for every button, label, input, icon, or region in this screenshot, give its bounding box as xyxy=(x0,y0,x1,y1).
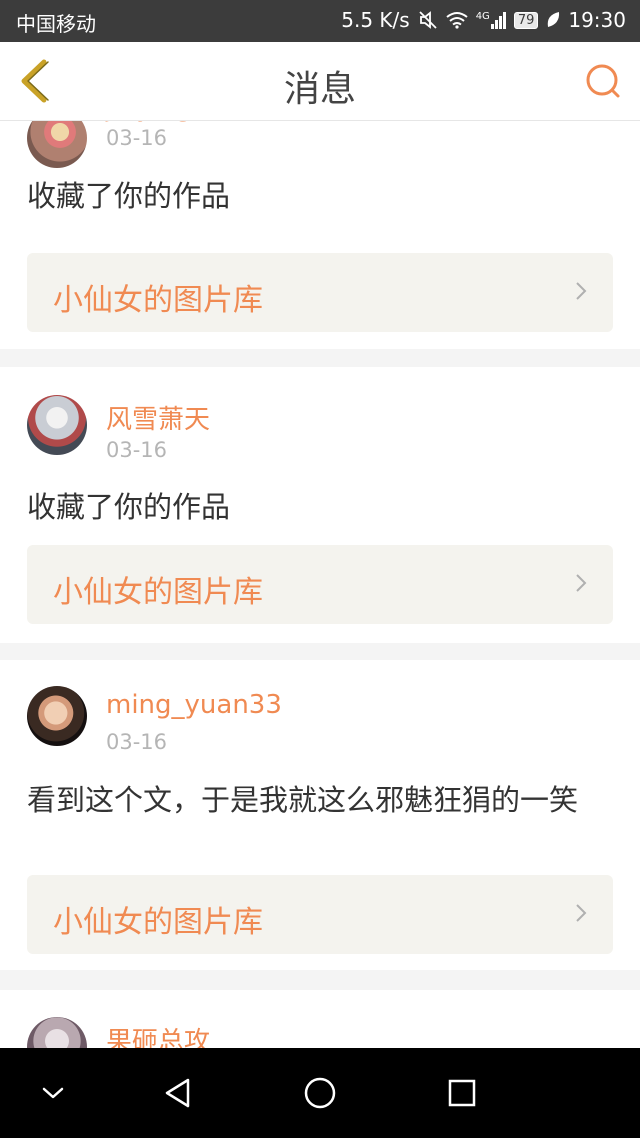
nav-bar: 消息 xyxy=(0,42,640,121)
avatar[interactable] xyxy=(27,395,87,455)
work-link[interactable]: 小仙女的图片库 xyxy=(27,545,613,624)
chevron-down-icon[interactable] xyxy=(33,1073,73,1113)
carrier-name: 中国移动 xyxy=(16,12,96,36)
username[interactable]: jiaying1986 xyxy=(106,121,258,123)
signal-icon: 4G xyxy=(476,11,506,29)
chevron-right-icon xyxy=(576,574,587,592)
avatar[interactable] xyxy=(27,686,87,746)
system-nav-bar xyxy=(0,1048,640,1138)
network-type: 4G xyxy=(475,11,490,22)
username[interactable]: ming_yuan33 xyxy=(106,690,282,720)
message-text: 收藏了你的作品 xyxy=(27,179,231,213)
message-item: 果砸总攻 xyxy=(0,990,640,1048)
username[interactable]: 果砸总攻 xyxy=(106,1021,210,1048)
chevron-right-icon xyxy=(576,904,587,922)
message-item: jiaying1986 03-16 收藏了你的作品 小仙女的图片库 xyxy=(0,121,640,349)
status-bar: 中国移动 5.5 K/s 4G 79 19:30 xyxy=(0,0,640,42)
search-icon[interactable] xyxy=(584,62,624,102)
work-link[interactable]: 小仙女的图片库 xyxy=(27,875,613,954)
work-title: 小仙女的图片库 xyxy=(53,575,263,610)
username[interactable]: 风雪萧天 xyxy=(106,399,210,436)
message-item: ming_yuan33 03-16 看到这个文，于是我就这么邪魅狂狷的一笑 小仙… xyxy=(0,660,640,970)
message-date: 03-16 xyxy=(106,730,168,754)
wifi-icon xyxy=(446,12,468,29)
chevron-right-icon xyxy=(576,282,587,300)
mute-icon xyxy=(419,11,437,29)
work-title: 小仙女的图片库 xyxy=(53,283,263,318)
message-item: 风雪萧天 03-16 收藏了你的作品 小仙女的图片库 xyxy=(0,367,640,643)
message-date: 03-16 xyxy=(106,438,168,462)
message-text: 收藏了你的作品 xyxy=(27,490,231,524)
leaf-icon xyxy=(548,12,560,27)
battery-icon: 79 xyxy=(513,11,539,29)
recents-square-icon[interactable] xyxy=(442,1073,482,1113)
message-text: 看到这个文，于是我就这么邪魅狂狷的一笑 xyxy=(27,783,579,817)
page-title: 消息 xyxy=(283,69,356,110)
message-date: 03-16 xyxy=(106,126,168,150)
clock: 19:30 xyxy=(568,8,626,32)
work-title: 小仙女的图片库 xyxy=(53,905,263,940)
work-link[interactable]: 小仙女的图片库 xyxy=(27,253,613,332)
home-circle-icon[interactable] xyxy=(300,1073,340,1113)
network-speed: 5.5 K/s xyxy=(341,8,410,32)
avatar[interactable] xyxy=(27,1017,87,1048)
back-triangle-icon[interactable] xyxy=(158,1073,198,1113)
message-list: jiaying1986 03-16 收藏了你的作品 小仙女的图片库 风雪萧天 0… xyxy=(0,121,640,1048)
avatar[interactable] xyxy=(27,121,87,168)
